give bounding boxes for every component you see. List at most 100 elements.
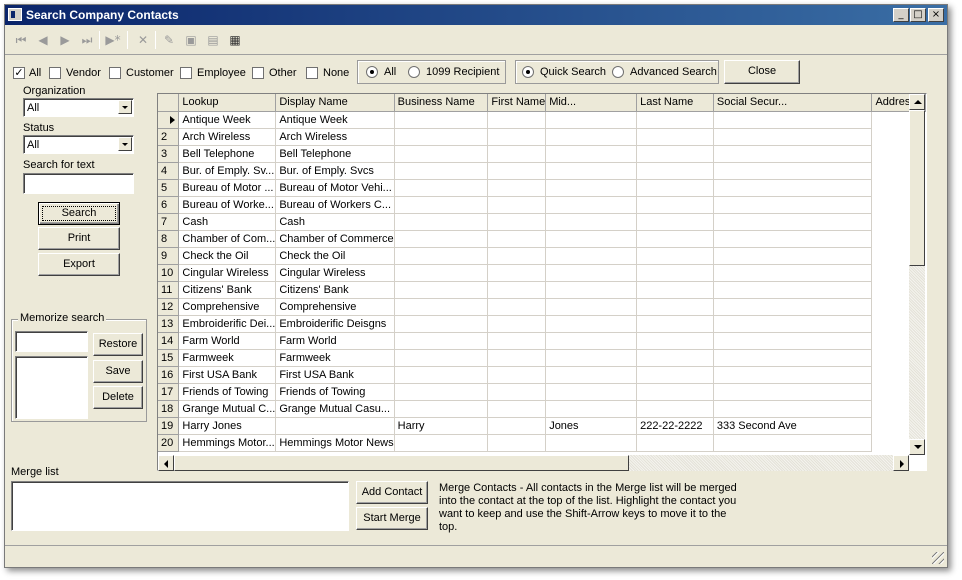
table-cell[interactable]: Check the Oil <box>178 247 277 265</box>
type-employee-checkbox[interactable] <box>180 67 192 79</box>
table-cell[interactable] <box>487 213 547 231</box>
table-cell[interactable] <box>713 349 873 367</box>
table-cell[interactable] <box>394 179 489 197</box>
table-cell[interactable] <box>713 230 873 248</box>
table-row[interactable]: 19 Harry Jones Harry Jones 222-22-2222 333 Se… <box>158 417 926 435</box>
table-cell[interactable]: Farm World <box>178 332 277 350</box>
contacts-grid[interactable]: Lookup Display Name Business Name First … <box>157 93 927 471</box>
table-row[interactable]: 5 Bureau of Motor ... Bureau of Motor Vehi… <box>158 179 926 197</box>
merge-list[interactable] <box>11 481 349 531</box>
table-row[interactable]: 15 Farmweek Farmweek <box>158 349 926 367</box>
table-cell[interactable] <box>487 179 547 197</box>
table-cell[interactable] <box>275 417 395 435</box>
table-cell[interactable] <box>636 247 714 265</box>
start-merge-button[interactable]: Start Merge <box>356 507 428 530</box>
row-number[interactable]: 11 <box>158 281 180 299</box>
table-cell[interactable]: Citizens' Bank <box>178 281 277 299</box>
memorized-searches-list[interactable] <box>15 356 88 419</box>
table-cell[interactable]: 222-22-2222 <box>636 417 714 435</box>
table-cell[interactable] <box>487 247 547 265</box>
table-cell[interactable]: Check the Oil <box>275 247 395 265</box>
column-header[interactable]: Lookup <box>178 94 277 112</box>
table-cell[interactable] <box>394 247 489 265</box>
table-cell[interactable] <box>394 366 489 384</box>
table-cell[interactable] <box>394 383 489 401</box>
table-cell[interactable] <box>487 332 547 350</box>
row-number[interactable]: 7 <box>158 213 180 231</box>
search-text-input[interactable] <box>23 173 134 194</box>
memorize-name-input[interactable] <box>15 331 88 352</box>
table-cell[interactable] <box>713 281 873 299</box>
table-cell[interactable] <box>394 230 489 248</box>
table-row[interactable]: 8 Chamber of Com... Chamber of Commerce <box>158 230 926 248</box>
table-cell[interactable] <box>636 230 714 248</box>
table-cell[interactable]: Farm World <box>275 332 395 350</box>
table-cell[interactable] <box>394 264 489 282</box>
table-cell[interactable] <box>545 349 638 367</box>
table-cell[interactable] <box>487 349 547 367</box>
table-row[interactable]: 14 Farm World Farm World <box>158 332 926 350</box>
table-cell[interactable] <box>487 315 547 333</box>
table-cell[interactable]: Hemmings Motor News <box>275 434 395 452</box>
prev-record-icon[interactable]: ◀ <box>33 31 53 49</box>
delete-button[interactable]: Delete <box>93 386 143 409</box>
table-cell[interactable]: Hemmings Motor... <box>178 434 277 452</box>
table-cell[interactable] <box>636 315 714 333</box>
table-row[interactable]: 12 Comprehensive Comprehensive <box>158 298 926 316</box>
table-cell[interactable] <box>713 383 873 401</box>
table-cell[interactable] <box>545 281 638 299</box>
table-cell[interactable] <box>713 128 873 146</box>
table-cell[interactable] <box>636 366 714 384</box>
table-cell[interactable] <box>636 349 714 367</box>
table-cell[interactable]: Bur. of Emply. Svcs <box>275 162 395 180</box>
table-cell[interactable] <box>487 366 547 384</box>
recipient-all-radio[interactable] <box>366 66 378 78</box>
table-row[interactable]: 2 Arch Wireless Arch Wireless <box>158 128 926 146</box>
table-cell[interactable]: Bell Telephone <box>178 145 277 163</box>
table-cell[interactable] <box>713 179 873 197</box>
row-number[interactable]: 8 <box>158 230 180 248</box>
table-cell[interactable] <box>545 162 638 180</box>
row-number[interactable]: 10 <box>158 264 180 282</box>
table-cell[interactable]: Friends of Towing <box>275 383 395 401</box>
table-cell[interactable] <box>636 179 714 197</box>
current-row-indicator-icon[interactable] <box>158 111 180 129</box>
properties-icon[interactable]: ▦ <box>225 31 245 49</box>
row-number[interactable]: 9 <box>158 247 180 265</box>
table-cell[interactable] <box>713 400 873 418</box>
table-row[interactable]: 9 Check the Oil Check the Oil <box>158 247 926 265</box>
minimize-button[interactable]: _ <box>893 8 909 22</box>
scroll-down-icon[interactable] <box>909 439 925 455</box>
table-row[interactable]: 17 Friends of Towing Friends of Towing <box>158 383 926 401</box>
table-cell[interactable]: Arch Wireless <box>275 128 395 146</box>
table-cell[interactable]: Embroiderific Deisgns <box>275 315 395 333</box>
first-record-icon[interactable]: ⏮ <box>11 31 31 49</box>
table-cell[interactable] <box>636 298 714 316</box>
chevron-down-icon[interactable] <box>118 100 132 114</box>
table-cell[interactable] <box>636 400 714 418</box>
table-row[interactable]: 11 Citizens' Bank Citizens' Bank <box>158 281 926 299</box>
search-button[interactable]: Search <box>38 202 120 225</box>
advanced-search-radio[interactable] <box>612 66 624 78</box>
table-cell[interactable] <box>713 315 873 333</box>
table-cell[interactable]: Farmweek <box>275 349 395 367</box>
type-vendor-checkbox[interactable] <box>49 67 61 79</box>
table-cell[interactable]: Antique Week <box>178 111 277 129</box>
table-cell[interactable] <box>713 366 873 384</box>
grid-horizontal-scrollbar[interactable] <box>158 455 909 471</box>
table-cell[interactable]: First USA Bank <box>178 366 277 384</box>
save-record-icon[interactable]: ▣ <box>181 31 201 49</box>
table-cell[interactable] <box>545 332 638 350</box>
table-cell[interactable] <box>487 145 547 163</box>
scroll-left-icon[interactable] <box>158 455 174 471</box>
column-header[interactable]: Mid... <box>545 94 638 112</box>
table-cell[interactable] <box>545 264 638 282</box>
table-cell[interactable]: Cash <box>178 213 277 231</box>
table-cell[interactable] <box>394 145 489 163</box>
table-cell[interactable] <box>487 111 547 129</box>
table-cell[interactable] <box>487 383 547 401</box>
organization-select[interactable]: All <box>23 98 134 117</box>
restore-button[interactable]: Restore <box>93 333 143 356</box>
row-number[interactable]: 15 <box>158 349 180 367</box>
close-button[interactable]: Close <box>724 60 800 84</box>
